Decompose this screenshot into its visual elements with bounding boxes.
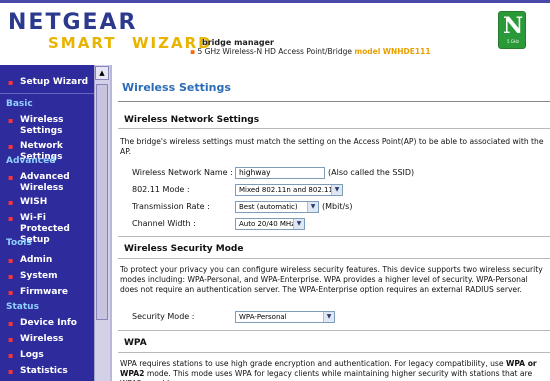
- bullet-icon: ▪: [8, 173, 14, 182]
- bullet-icon: ▪: [8, 198, 14, 207]
- top-stripe: [0, 0, 550, 3]
- chevron-down-icon: ▼: [331, 185, 342, 195]
- rate-hint: (Mbit/s): [322, 202, 353, 211]
- bullet-icon: ▪: [8, 142, 14, 151]
- wpa-description: WPA requires stations to use high grade …: [120, 359, 548, 381]
- divider: [118, 128, 550, 129]
- security-mode-label: Security Mode :: [132, 312, 195, 321]
- security-mode-heading: Wireless Security Mode: [124, 244, 244, 254]
- sidebar-item-label: System: [20, 271, 58, 281]
- rate-select[interactable]: Best (automatic) ▼: [235, 201, 319, 213]
- rate-label: Transmission Rate :: [132, 202, 210, 211]
- page-title: Wireless Settings: [122, 81, 231, 94]
- bullet-icon: ▪: [8, 335, 14, 344]
- main-content: Wireless Settings Wireless Network Setti…: [110, 65, 550, 381]
- security-mode-description: To protect your privacy you can configur…: [120, 265, 543, 294]
- divider: [118, 236, 550, 237]
- sidebar-item-label: Wireless: [20, 334, 64, 344]
- section-status: Status: [6, 302, 39, 312]
- bullet-icon: ▪: [8, 288, 14, 297]
- sidebar-item-label: Device Info: [20, 318, 77, 328]
- section-tools: Tools: [6, 238, 32, 248]
- bullet-icon: ▪: [8, 116, 14, 125]
- brand-logo[interactable]: NETGEAR: [8, 10, 138, 35]
- divider: [0, 93, 94, 94]
- sidebar-scroll-thumb[interactable]: [96, 84, 108, 320]
- product-name: bridge manager: [202, 38, 275, 47]
- model-number: WNHDE111: [382, 47, 431, 56]
- bullet-icon: ▪: [8, 214, 14, 223]
- channel-width-label: Channel Width :: [132, 219, 196, 228]
- sidebar-item-label: Admin: [20, 255, 53, 265]
- wpa-description-start: WPA requires stations to use high grade …: [120, 359, 506, 368]
- security-mode-value: WPA-Personal: [239, 313, 287, 321]
- wpa-description-end: mode. This mode uses WPA for legacy clie…: [120, 369, 533, 381]
- chevron-down-icon: ▼: [323, 312, 334, 322]
- bullet-icon: ▪: [8, 319, 14, 328]
- rate-select-value: Best (automatic): [239, 203, 298, 211]
- wpa-heading: WPA: [124, 338, 147, 348]
- bullet-icon: ▪: [8, 351, 14, 360]
- product-desc-line: ▪ 5 GHz Wireless-N HD Access Point/Bridg…: [190, 47, 431, 56]
- divider: [118, 101, 550, 102]
- sidebar-item-label: Wireless Settings: [20, 115, 64, 136]
- channel-width-select[interactable]: Auto 20/40 MHz ▼: [235, 218, 305, 230]
- divider: [118, 352, 550, 353]
- network-settings-heading: Wireless Network Settings: [124, 115, 260, 125]
- bullet-icon: ▪: [8, 78, 14, 87]
- bullet-icon: ▪: [190, 47, 196, 56]
- chevron-down-icon: ▼: [293, 219, 304, 229]
- network-settings-description: The bridge's wireless settings must matc…: [120, 137, 544, 156]
- product-desc: 5 GHz Wireless-N HD Access Point/Bridge: [197, 47, 352, 56]
- divider: [118, 330, 550, 331]
- ssid-hint: (Also called the SSID): [328, 168, 415, 177]
- network-name-label: Wireless Network Name :: [132, 168, 233, 177]
- page: NETGEAR SMART WIZARD bridge manager ▪ 5 …: [0, 0, 550, 381]
- model-label: model: [354, 47, 381, 56]
- network-name-input[interactable]: highway: [235, 167, 325, 179]
- bullet-icon: ▪: [8, 272, 14, 281]
- divider: [118, 258, 550, 259]
- sidebar-item-label: WISH: [20, 197, 48, 207]
- sidebar-item-label: Statistics: [20, 366, 68, 376]
- section-basic: Basic: [6, 99, 33, 109]
- sidebar-item-label: Firmware: [20, 287, 68, 297]
- mode-select-value: Mixed 802.11n and 802.11a: [239, 186, 338, 194]
- chevron-down-icon: ▼: [307, 202, 318, 212]
- section-advanced: Advanced: [6, 156, 56, 166]
- badge-letter: N: [502, 13, 524, 39]
- scroll-up-icon[interactable]: ▲: [95, 66, 109, 80]
- bullet-icon: ▪: [8, 256, 14, 265]
- sidebar-item-label: Logs: [20, 350, 44, 360]
- sidebar-item-label: Setup Wizard: [20, 77, 89, 87]
- mode-label: 802.11 Mode :: [132, 185, 190, 194]
- bullet-icon: ▪: [8, 367, 14, 376]
- wireless-n-badge-icon: N 5 GHz: [498, 11, 526, 49]
- badge-sub: 5 GHz: [506, 39, 520, 44]
- channel-width-value: Auto 20/40 MHz: [239, 220, 295, 228]
- mode-select[interactable]: Mixed 802.11n and 802.11a ▼: [235, 184, 343, 196]
- header: NETGEAR SMART WIZARD bridge manager ▪ 5 …: [0, 0, 550, 57]
- security-mode-select[interactable]: WPA-Personal ▼: [235, 311, 335, 323]
- smart-label: SMART: [48, 34, 117, 52]
- sidebar-item-label: Advanced Wireless: [20, 172, 70, 193]
